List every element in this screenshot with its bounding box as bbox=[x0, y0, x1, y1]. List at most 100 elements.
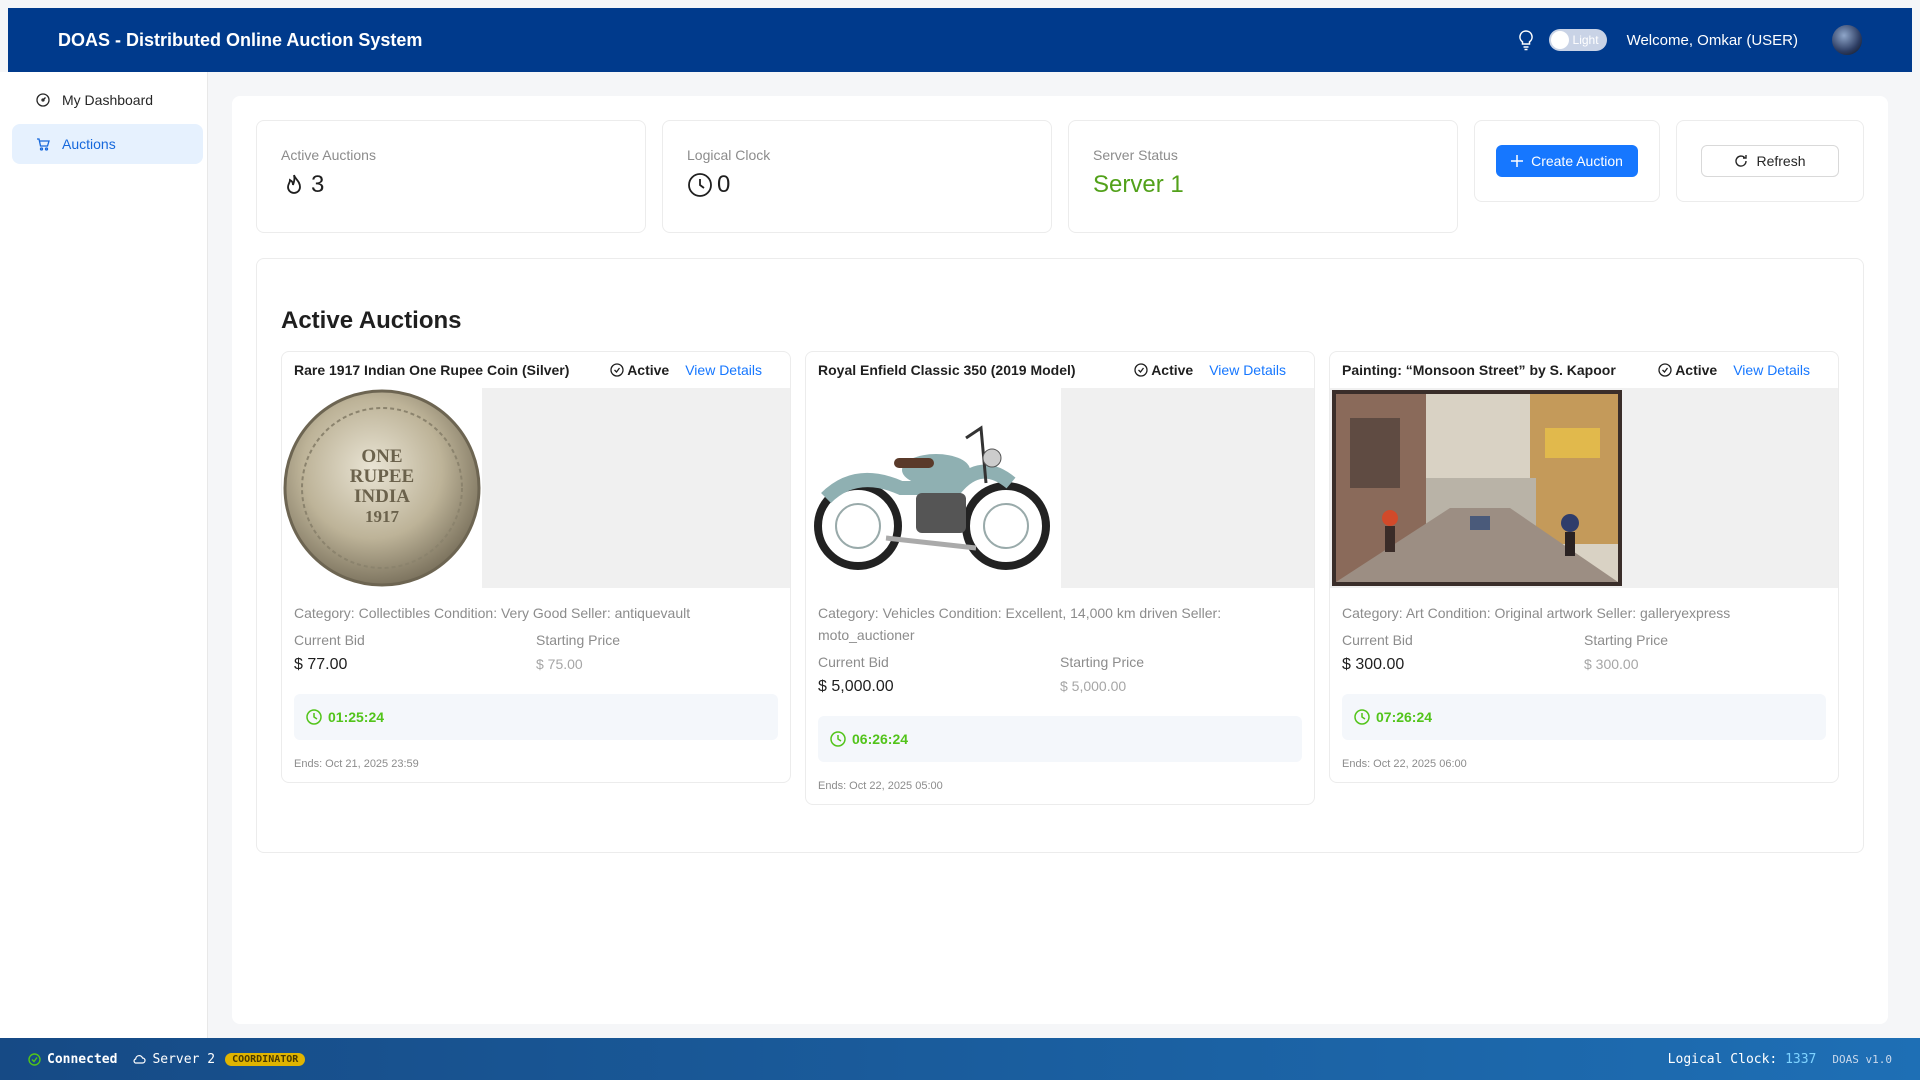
sidebar: My Dashboard Auctions bbox=[0, 72, 208, 1038]
cart-icon bbox=[37, 138, 50, 151]
connection-status: Connected bbox=[28, 1052, 117, 1067]
motorcycle-image bbox=[806, 388, 1061, 588]
stat-value: 3 bbox=[281, 171, 621, 199]
starting-price-label: Starting Price bbox=[1584, 632, 1669, 648]
coin-text-rupee: RUPEE bbox=[350, 466, 414, 487]
auction-title: Royal Enfield Classic 350 (2019 Model) bbox=[818, 362, 1076, 378]
check-circle-icon bbox=[1134, 363, 1148, 377]
create-auction-label: Create Auction bbox=[1531, 153, 1623, 169]
server-name: Server 2 bbox=[152, 1051, 216, 1067]
coin-text-india: INDIA bbox=[354, 486, 410, 507]
clock-icon bbox=[306, 709, 322, 725]
dashboard-icon bbox=[36, 93, 50, 107]
clock-icon bbox=[1354, 709, 1370, 725]
auction-image bbox=[1330, 388, 1838, 588]
connected-text: Connected bbox=[47, 1051, 118, 1067]
cloud-icon bbox=[133, 1054, 147, 1064]
auction-title: Painting: “Monsoon Street” by S. Kapoor bbox=[1342, 362, 1616, 378]
stat-logical-clock: Logical Clock 0 bbox=[662, 120, 1052, 233]
app-title: DOAS - Distributed Online Auction System bbox=[58, 29, 423, 50]
timer-value: 06:26:24 bbox=[852, 731, 909, 747]
status-badge: Active bbox=[1134, 362, 1193, 378]
current-bid-value: $ 5,000.00 bbox=[818, 678, 894, 695]
auction-title: Rare 1917 Indian One Rupee Coin (Silver) bbox=[294, 362, 570, 378]
stat-value: 0 bbox=[687, 171, 1027, 199]
status-text: Active bbox=[1675, 362, 1718, 378]
server-indicator: Server 2 COORDINATOR bbox=[133, 1051, 306, 1067]
current-bid-value: $ 77.00 bbox=[294, 656, 348, 673]
view-details-link[interactable]: View Details bbox=[685, 362, 762, 378]
coin-image: ONE RUPEE INDIA 1917 bbox=[282, 388, 482, 588]
app-version: DOAS v1.0 bbox=[1832, 1052, 1892, 1066]
starting-price-label: Starting Price bbox=[1060, 654, 1145, 670]
server-status-value: Server 1 bbox=[1093, 171, 1184, 198]
starting-price-value: $ 75.00 bbox=[536, 656, 583, 672]
auction-card: Painting: “Monsoon Street” by S. Kapoor … bbox=[1329, 351, 1839, 783]
auction-description: Category: Vehicles Condition: Excellent,… bbox=[818, 605, 1222, 643]
lightbulb-icon bbox=[1518, 30, 1533, 51]
auction-image bbox=[806, 388, 1314, 588]
check-circle-icon bbox=[1658, 363, 1672, 377]
auction-card: Rare 1917 Indian One Rupee Coin (Silver)… bbox=[281, 351, 791, 783]
section-title: Active Auctions bbox=[281, 307, 462, 334]
starting-price-label: Starting Price bbox=[536, 632, 621, 648]
footer-clock-label: Logical Clock: bbox=[1667, 1051, 1778, 1067]
active-auctions-panel: Active Auctions Rare 1917 Indian One Rup… bbox=[256, 258, 1864, 853]
sidebar-item-label: Auctions bbox=[62, 136, 116, 152]
refresh-card: Refresh bbox=[1676, 120, 1864, 202]
footer-clock-value: 1337 bbox=[1785, 1051, 1817, 1067]
avatar[interactable] bbox=[1832, 25, 1862, 55]
refresh-button[interactable]: Refresh bbox=[1701, 145, 1839, 177]
starting-price-value: $ 300.00 bbox=[1584, 656, 1639, 672]
timer-value: 07:26:24 bbox=[1376, 709, 1433, 725]
auction-end-date: Ends: Oct 22, 2025 05:00 bbox=[818, 780, 943, 792]
sidebar-item-label: My Dashboard bbox=[62, 92, 154, 108]
view-details-link[interactable]: View Details bbox=[1209, 362, 1286, 378]
status-badge: Active bbox=[610, 362, 669, 378]
stat-label: Logical Clock bbox=[687, 147, 771, 163]
stat-label: Server Status bbox=[1093, 147, 1178, 163]
plus-icon bbox=[1511, 155, 1524, 167]
auction-description: Category: Art Condition: Original artwor… bbox=[1342, 605, 1731, 621]
auction-end-date: Ends: Oct 22, 2025 06:00 bbox=[1342, 758, 1467, 770]
check-circle-icon bbox=[28, 1052, 41, 1066]
current-bid-label: Current Bid bbox=[294, 632, 365, 648]
current-bid-label: Current Bid bbox=[1342, 632, 1413, 648]
toggle-knob bbox=[1550, 31, 1569, 49]
check-circle-icon bbox=[610, 363, 624, 377]
current-bid-value: $ 300.00 bbox=[1342, 656, 1405, 673]
status-badge: Active bbox=[1658, 362, 1717, 378]
footer-logical-clock: Logical Clock: 1337 bbox=[1668, 1052, 1817, 1067]
stat-server-status: Server Status Server 1 bbox=[1068, 120, 1458, 233]
create-auction-button[interactable]: Create Auction bbox=[1496, 145, 1638, 177]
clock-icon bbox=[688, 173, 712, 197]
status-text: Active bbox=[627, 362, 670, 378]
sidebar-item-my-dashboard[interactable]: My Dashboard bbox=[12, 80, 203, 120]
welcome-text: Welcome, Omkar (USER) bbox=[1626, 31, 1798, 49]
coin-text-year: 1917 bbox=[365, 507, 400, 526]
logical-clock-value: 0 bbox=[717, 171, 731, 198]
clock-icon bbox=[830, 731, 846, 747]
active-auctions-count: 3 bbox=[311, 171, 325, 198]
timer-value: 01:25:24 bbox=[328, 709, 385, 725]
auction-end-date: Ends: Oct 21, 2025 23:59 bbox=[294, 758, 419, 770]
create-auction-card: Create Auction bbox=[1474, 120, 1660, 202]
theme-toggle[interactable]: Light bbox=[1548, 29, 1607, 51]
sidebar-item-auctions[interactable]: Auctions bbox=[12, 124, 203, 164]
starting-price-value: $ 5,000.00 bbox=[1060, 678, 1127, 694]
refresh-icon bbox=[1735, 155, 1748, 167]
stat-label: Active Auctions bbox=[281, 147, 376, 163]
current-bid-label: Current Bid bbox=[818, 654, 889, 670]
auction-card: Royal Enfield Classic 350 (2019 Model) A… bbox=[805, 351, 1315, 805]
countdown-timer: 01:25:24 bbox=[294, 694, 778, 740]
painting-image bbox=[1332, 390, 1622, 586]
stat-active-auctions: Active Auctions 3 bbox=[256, 120, 646, 233]
main-content: Active Auctions 3 Logical Clock 0 Server… bbox=[232, 96, 1888, 1024]
coin-text-one: ONE bbox=[361, 446, 402, 467]
countdown-timer: 07:26:24 bbox=[1342, 694, 1826, 740]
refresh-label: Refresh bbox=[1756, 153, 1806, 169]
coordinator-badge: COORDINATOR bbox=[225, 1052, 306, 1066]
status-bar: Connected Server 2 COORDINATOR Logical C… bbox=[0, 1038, 1920, 1080]
view-details-link[interactable]: View Details bbox=[1733, 362, 1810, 378]
auction-image: ONE RUPEE INDIA 1917 bbox=[282, 388, 790, 588]
